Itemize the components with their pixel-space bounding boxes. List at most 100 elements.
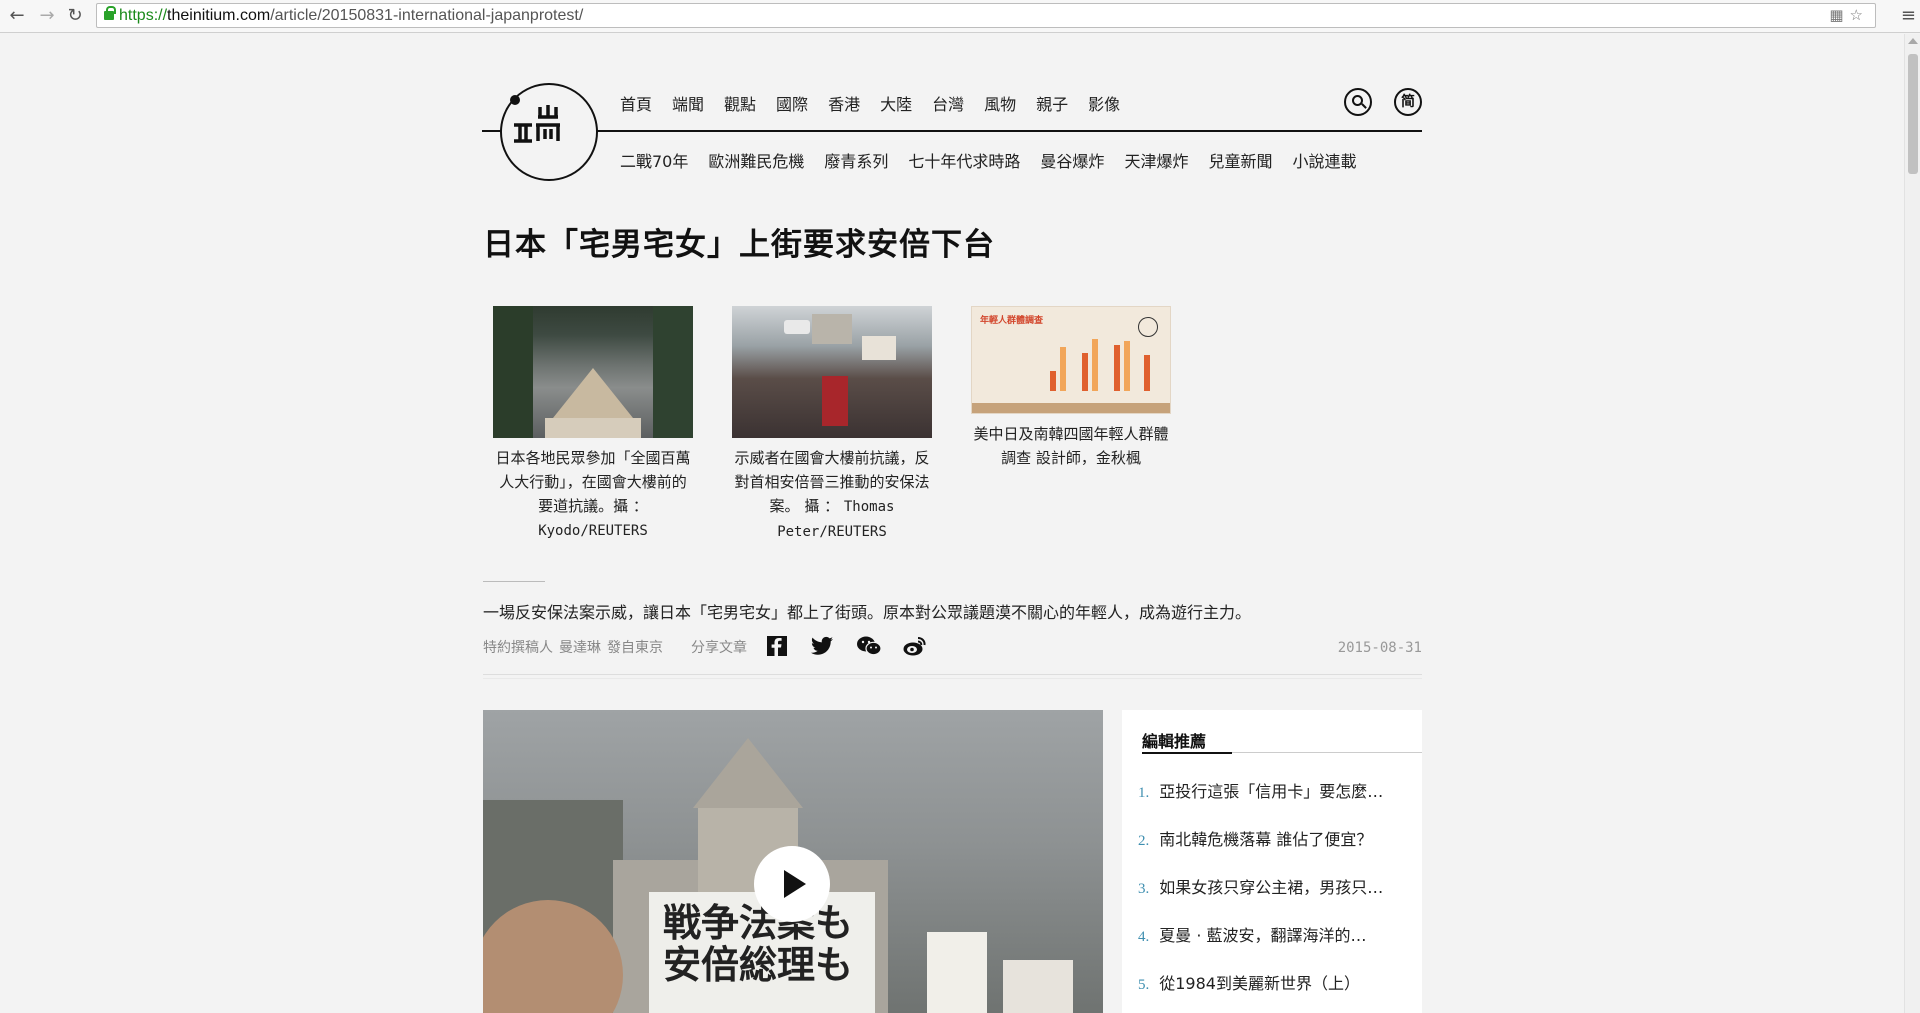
byline-author[interactable]: 曼達琳 [559,640,601,656]
twitter-icon[interactable] [811,636,833,658]
forward-icon[interactable]: → [36,5,58,27]
article-lead: 一場反安保法案示威，讓日本「宅男宅女」都上了街頭。原本對公眾議題漠不關心的年輕人… [483,603,1252,622]
main-nav-item[interactable]: 國際 [776,91,808,115]
editor-pick-number: 2. [1138,833,1150,849]
topic-nav-item[interactable]: 天津爆炸 [1124,148,1188,172]
survey-chart-bar [1060,347,1066,391]
gallery-image-survey-chart[interactable]: 年輕人群體調查 [971,306,1171,414]
photo-building-roof [553,368,633,418]
main-nav-item[interactable]: 首頁 [620,91,652,115]
editor-pick-number: 3. [1138,881,1150,897]
editor-pick-title[interactable]: 亞投行這張「信用卡」要怎麼… [1159,782,1383,801]
topic-nav-item[interactable]: 小說連載 [1292,148,1356,172]
browser-toolbar: ← → ↻ https://theinitium.com/article/201… [0,0,1920,33]
photo-building-base [545,418,641,438]
header-divider [482,130,1422,132]
share-label: 分享文章 [691,640,747,656]
photo-trees-left [493,306,533,438]
survey-chart-bar [1124,341,1130,391]
editor-pick-number: 5. [1138,977,1150,993]
main-nav-item[interactable]: 台灣 [932,91,964,115]
main-nav-item[interactable]: 親子 [1036,91,1068,115]
video-protest-sign-3 [1003,960,1073,1013]
survey-chart-bar [1092,339,1098,391]
photo-trees-right [653,306,693,438]
reload-icon[interactable]: ↻ [64,5,86,27]
photo-protester [822,376,848,426]
main-nav-item[interactable]: 風物 [984,91,1016,115]
gallery-caption-2: 示威者在國會大樓前抗議，反對首相安倍晉三推動的安保法案。 攝 ： Thomas … [734,449,930,540]
editor-picks-rule [1232,752,1422,753]
byline-role: 特約撰稿人 [483,640,553,656]
site-logo[interactable] [500,83,598,181]
survey-chart-bar [1082,353,1088,391]
gallery-image-protesters[interactable] [732,306,932,438]
topic-nav-item[interactable]: 歐洲難民危機 [708,148,804,172]
editor-pick-item[interactable]: 3. 如果女孩只穿公主裙，男孩只… [1138,874,1383,898]
scrollbar[interactable] [1904,34,1920,1013]
facebook-icon[interactable] [766,636,788,658]
wechat-icon[interactable] [857,636,882,658]
topic-nav-item[interactable]: 二戰70年 [620,148,688,172]
article-title: 日本「宅男宅女」上街要求安倍下台 [483,227,995,263]
main-nav-item[interactable]: 影像 [1088,91,1120,115]
lock-icon [104,6,116,20]
editor-pick-number: 1. [1138,785,1150,801]
video-sign-text: 戦争法案も 安倍総理も [663,902,853,986]
main-nav: 首頁 端聞 觀點 國際 香港 大陸 台灣 風物 親子 影像 [620,91,1120,115]
logo-mark-icon [512,99,564,147]
weibo-icon[interactable] [903,636,926,658]
topic-nav-item[interactable]: 七十年代求時路 [908,148,1020,172]
topic-nav-item[interactable]: 兒童新聞 [1208,148,1272,172]
video-protest-sign-2 [927,932,987,1013]
browser-menu-icon[interactable]: ≡ [1901,5,1916,26]
search-icon[interactable] [1344,88,1372,116]
address-bar[interactable]: https://theinitium.com/article/20150831-… [96,3,1876,28]
survey-chart-bar [1114,345,1120,391]
main-nav-item[interactable]: 大陸 [880,91,912,115]
survey-chart-badge [1138,317,1158,337]
gallery-caption-1: 日本各地民眾參加「全國百萬人大行動」，在國會大樓前的要道抗議。攝 ： Kyodo/… [495,449,691,539]
video-sign-line-1: 戦争法案も [663,900,854,945]
editor-pick-number: 4. [1138,929,1150,945]
editor-picks-title: 編輯推薦 [1142,732,1207,751]
editor-pick-title[interactable]: 南北韓危機落幕 誰佔了便宜？ [1159,830,1372,849]
language-toggle-button[interactable]: 简 [1394,88,1422,116]
gallery-item-1[interactable]: 日本各地民眾參加「全國百萬人大行動」，在國會大樓前的要道抗議。攝 ： Kyodo/… [493,306,693,543]
back-icon[interactable]: ← [6,5,28,27]
topic-nav: 二戰70年 歐洲難民危機 廢青系列 七十年代求時路 曼谷爆炸 天津爆炸 兒童新聞 小說連載 [620,148,1356,172]
survey-chart-bar [1050,371,1056,391]
editor-pick-title[interactable]: 夏曼 · 藍波安，翻譯海洋的… [1159,926,1366,945]
byline-location: 發自東京 [607,640,663,656]
editor-pick-item[interactable]: 2. 南北韓危機落幕 誰佔了便宜？ [1138,826,1372,850]
main-nav-item[interactable]: 香港 [828,91,860,115]
gallery-item-2[interactable]: 示威者在國會大樓前抗議，反對首相安倍晉三推動的安保法案。 攝 ： Thomas … [732,306,932,544]
survey-chart-bar [1144,355,1150,391]
survey-chart-title: 年輕人群體調查 [980,316,1044,326]
byline: 特約撰稿人 曼達琳 發自東京 [483,637,669,657]
url-text[interactable]: https://theinitium.com/article/20150831-… [119,7,583,25]
gallery-image-crowd[interactable] [493,306,693,438]
editor-pick-item[interactable]: 1. 亞投行這張「信用卡」要怎麼… [1138,778,1383,802]
scroll-thumb[interactable] [1908,54,1918,174]
article-video[interactable]: 戦争法案も 安倍総理も [483,710,1103,1013]
editor-pick-item[interactable]: 4. 夏曼 · 藍波安，翻譯海洋的… [1138,922,1367,946]
scroll-up-arrow-icon[interactable] [1908,38,1918,44]
publish-date: 2015-08-31 [1337,640,1422,656]
meta-divider [483,674,1422,675]
photo-placard [862,336,896,360]
topic-nav-item[interactable]: 曼谷爆炸 [1040,148,1104,172]
editor-pick-title[interactable]: 從1984到美麗新世界（上） [1159,974,1360,993]
main-nav-item[interactable]: 觀點 [724,91,756,115]
play-icon[interactable] [754,846,830,922]
survey-chart-footer [972,403,1170,413]
editor-pick-title[interactable]: 如果女孩只穿公主裙，男孩只… [1159,878,1383,897]
topic-nav-item[interactable]: 廢青系列 [824,148,888,172]
translate-and-star-icons[interactable]: ▦☆ [1829,6,1869,24]
lead-divider [483,581,545,582]
gallery-caption-3: 美中日及南韓四國年輕人群體調查 設計師，金秋楓 [973,425,1169,467]
search-handle [1361,103,1367,109]
main-nav-item[interactable]: 端聞 [672,91,704,115]
editor-pick-item[interactable]: 5. 從1984到美麗新世界（上） [1138,970,1360,994]
gallery-item-3[interactable]: 年輕人群體調查 美中日及南韓四國年輕人群體調查 設計師，金秋楓 [971,306,1171,470]
